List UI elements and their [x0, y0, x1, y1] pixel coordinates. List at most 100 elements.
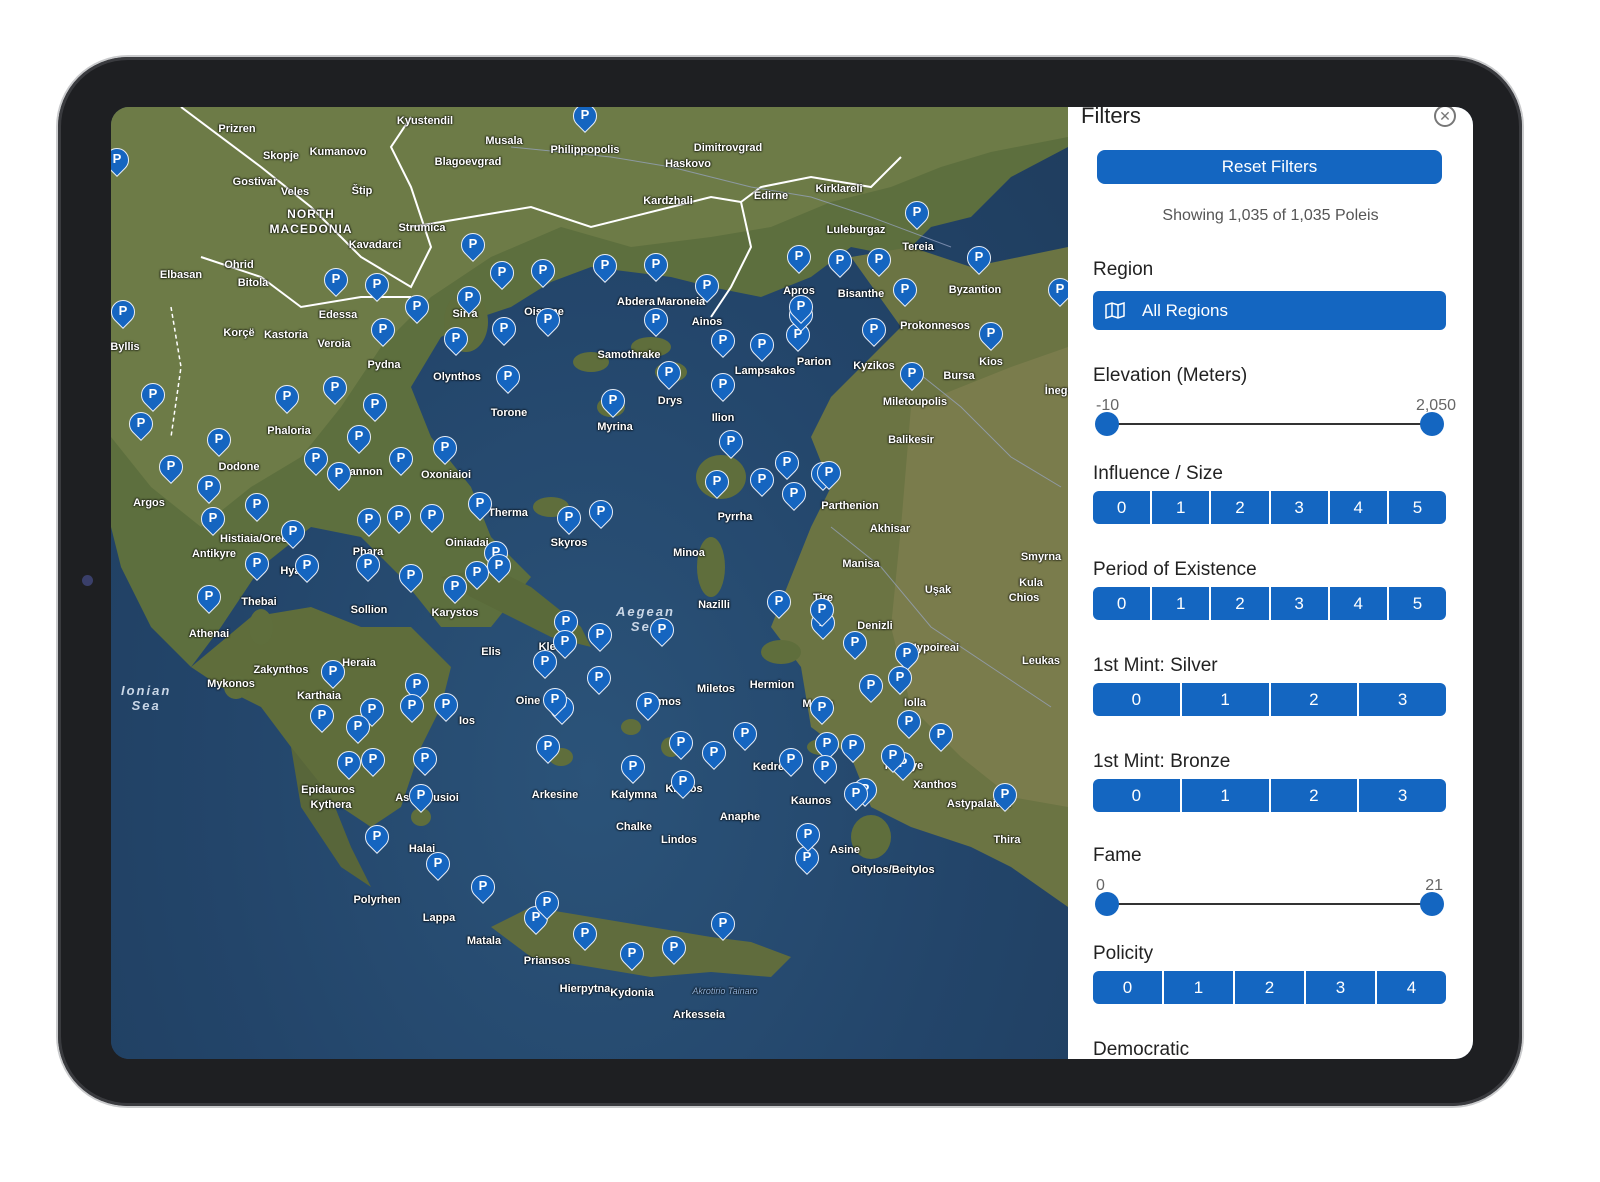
polis-marker[interactable]: P	[895, 357, 929, 391]
polis-marker[interactable]: P	[583, 618, 617, 652]
polis-marker[interactable]: P	[745, 328, 779, 362]
polis-marker[interactable]: P	[124, 407, 158, 441]
polis-marker[interactable]: P	[657, 931, 691, 965]
polis-marker[interactable]: P	[652, 356, 686, 390]
polis-marker[interactable]: P	[714, 425, 748, 459]
polis-marker[interactable]: P	[332, 746, 366, 780]
polis-marker[interactable]: P	[352, 503, 386, 537]
policity-option[interactable]: 2	[1235, 971, 1306, 1004]
polis-marker[interactable]: P	[342, 420, 376, 454]
polis-marker[interactable]: P	[538, 683, 572, 717]
polis-marker[interactable]: P	[568, 917, 602, 951]
polis-marker[interactable]: P	[808, 750, 842, 784]
polis-marker[interactable]: P	[276, 515, 310, 549]
mint-bronze-option[interactable]: 3	[1359, 779, 1446, 812]
mint-silver-option[interactable]: 1	[1182, 683, 1271, 716]
polis-marker[interactable]: P	[700, 465, 734, 499]
polis-marker[interactable]: P	[639, 248, 673, 282]
polis-marker[interactable]: P	[531, 730, 565, 764]
polis-marker[interactable]: P	[876, 739, 910, 773]
polis-marker[interactable]: P	[487, 312, 521, 346]
polis-marker[interactable]: P	[154, 450, 188, 484]
polis-marker[interactable]: P	[690, 269, 724, 303]
map-view[interactable]: Aegean Sea Ionian Sea Skopje Kumanovo Prizre…	[111, 107, 1068, 1059]
polis-marker[interactable]: P	[290, 549, 324, 583]
polis-marker[interactable]: P	[415, 499, 449, 533]
polis-marker[interactable]: P	[360, 820, 394, 854]
influence-option[interactable]: 1	[1152, 491, 1212, 524]
polis-marker[interactable]: P	[666, 765, 700, 799]
polis-marker[interactable]: P	[784, 290, 818, 324]
polis-marker[interactable]: P	[408, 742, 442, 776]
fame-max-handle[interactable]	[1420, 892, 1444, 916]
polis-marker[interactable]: P	[438, 570, 472, 604]
fame-min-handle[interactable]	[1095, 892, 1119, 916]
period-option[interactable]: 4	[1330, 587, 1389, 620]
polis-marker[interactable]: P	[400, 290, 434, 324]
influence-option[interactable]: 3	[1271, 491, 1330, 524]
mint-silver-option[interactable]: 0	[1093, 683, 1182, 716]
polis-marker[interactable]: P	[466, 870, 500, 904]
polis-marker[interactable]: P	[774, 743, 808, 777]
polis-marker[interactable]: P	[890, 637, 924, 671]
polis-marker[interactable]: P	[854, 669, 888, 703]
policity-option[interactable]: 1	[1164, 971, 1235, 1004]
polis-marker[interactable]: P	[924, 718, 958, 752]
mint-bronze-option[interactable]: 2	[1271, 779, 1360, 812]
polis-marker[interactable]: P	[394, 559, 428, 593]
policity-option[interactable]: 3	[1306, 971, 1377, 1004]
polis-marker[interactable]: P	[639, 303, 673, 337]
polis-marker[interactable]: P	[192, 470, 226, 504]
polis-marker[interactable]: P	[429, 688, 463, 722]
polis-marker[interactable]: P	[892, 705, 926, 739]
polis-marker[interactable]: P	[270, 380, 304, 414]
polis-marker[interactable]: P	[240, 488, 274, 522]
polis-marker[interactable]: P	[616, 750, 650, 784]
polis-marker[interactable]: P	[762, 585, 796, 619]
polis-marker[interactable]: P	[862, 243, 896, 277]
polis-marker[interactable]: P	[548, 625, 582, 659]
polis-marker[interactable]: P	[318, 371, 352, 405]
reset-filters-button[interactable]: Reset Filters	[1097, 150, 1442, 184]
polis-marker[interactable]: P	[839, 777, 873, 811]
polis-marker[interactable]: P	[812, 456, 846, 490]
period-option[interactable]: 0	[1093, 587, 1153, 620]
policity-option[interactable]: 0	[1093, 971, 1164, 1004]
polis-marker[interactable]: P	[857, 313, 891, 347]
polis-marker[interactable]: P	[485, 256, 519, 290]
polis-marker[interactable]: P	[351, 548, 385, 582]
period-option[interactable]: 5	[1389, 587, 1446, 620]
polis-marker[interactable]: P	[584, 495, 618, 529]
close-icon[interactable]: ✕	[1434, 107, 1456, 127]
policity-option[interactable]: 4	[1377, 971, 1446, 1004]
fame-slider[interactable]: 0 21	[1093, 877, 1446, 927]
polis-marker[interactable]: P	[192, 580, 226, 614]
polis-marker[interactable]: P	[316, 655, 350, 689]
polis-marker[interactable]: P	[319, 263, 353, 297]
polis-marker[interactable]: P	[664, 726, 698, 760]
polis-marker[interactable]: P	[136, 378, 170, 412]
polis-marker[interactable]: P	[395, 689, 429, 723]
polis-marker[interactable]: P	[452, 281, 486, 315]
polis-marker[interactable]: P	[421, 847, 455, 881]
polis-marker[interactable]: P	[988, 778, 1022, 812]
period-option[interactable]: 1	[1152, 587, 1212, 620]
polis-marker[interactable]: P	[697, 736, 731, 770]
influence-option[interactable]: 0	[1093, 491, 1153, 524]
mint-bronze-option[interactable]: 0	[1093, 779, 1182, 812]
region-select-button[interactable]: All Regions	[1093, 291, 1446, 330]
elevation-slider[interactable]: -10 2,050	[1093, 397, 1456, 447]
polis-marker[interactable]: P	[358, 388, 392, 422]
polis-marker[interactable]: P	[588, 249, 622, 283]
influence-option[interactable]: 2	[1211, 491, 1271, 524]
polis-marker[interactable]: P	[360, 268, 394, 302]
polis-marker[interactable]: P	[568, 107, 602, 133]
polis-marker[interactable]: P	[810, 727, 844, 761]
polis-marker[interactable]: P	[805, 593, 839, 627]
polis-marker[interactable]: P	[962, 241, 996, 275]
mint-bronze-option[interactable]: 1	[1182, 779, 1271, 812]
polis-marker[interactable]: P	[836, 729, 870, 763]
polis-marker[interactable]: P	[322, 457, 356, 491]
polis-marker[interactable]: P	[805, 691, 839, 725]
polis-marker[interactable]: P	[706, 324, 740, 358]
